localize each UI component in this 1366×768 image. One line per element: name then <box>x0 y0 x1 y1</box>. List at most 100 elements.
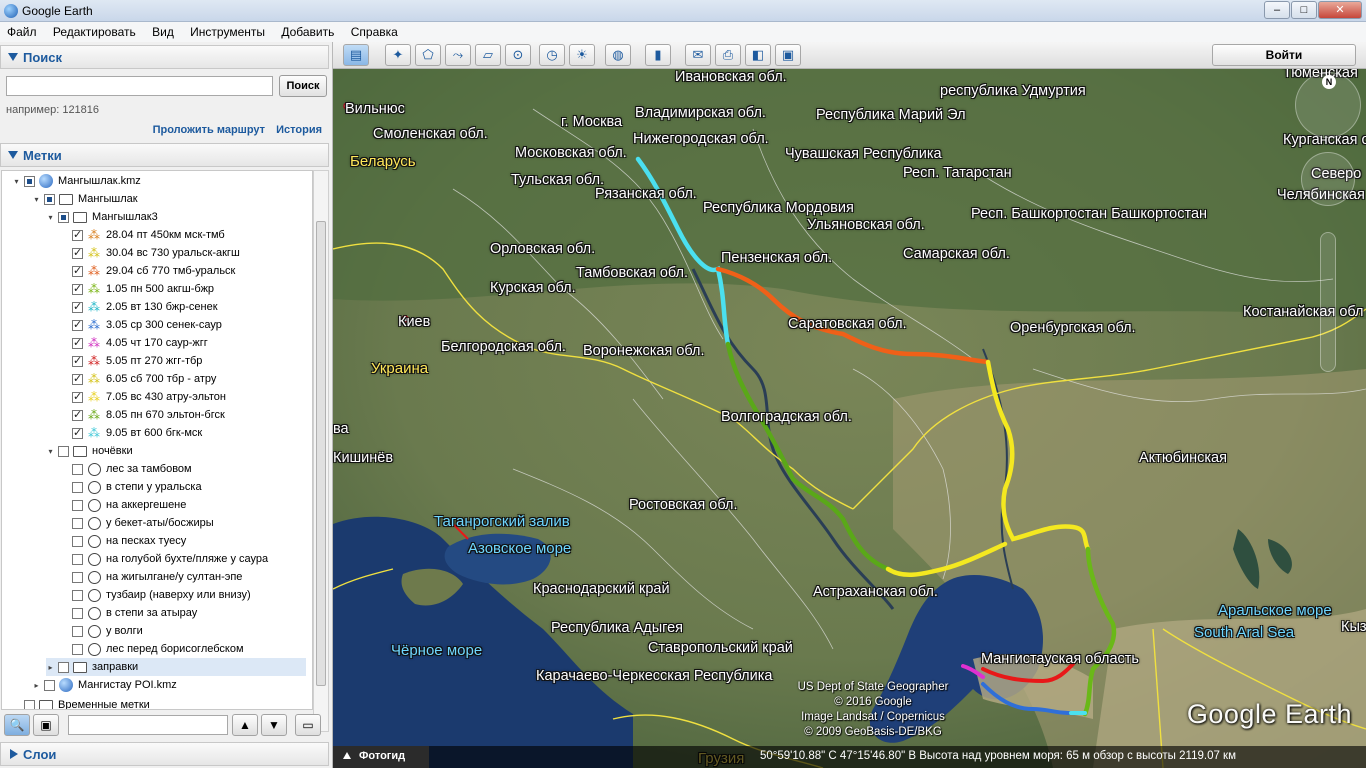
visibility-checkbox[interactable] <box>58 445 69 457</box>
path-item[interactable]: ⁂ 5.05 пт 270 жгг-тбр <box>60 352 202 370</box>
planets-button[interactable]: ◍ <box>605 44 631 66</box>
maximize-button[interactable]: □ <box>1291 1 1317 19</box>
expander-icon[interactable] <box>60 375 69 384</box>
places-filter-input[interactable] <box>68 715 228 735</box>
expander-icon[interactable] <box>60 339 69 348</box>
print-button[interactable]: ⎙ <box>715 44 741 66</box>
add-polygon-button[interactable]: ⬠ <box>415 44 441 66</box>
zoom-slider[interactable] <box>1320 232 1336 372</box>
expander-icon[interactable]: ▸ <box>32 681 41 690</box>
expander-icon[interactable]: ▾ <box>32 195 41 204</box>
visibility-checkbox[interactable] <box>72 499 83 511</box>
visibility-checkbox[interactable] <box>58 211 69 223</box>
expander-icon[interactable] <box>60 465 69 474</box>
expander-icon[interactable] <box>60 573 69 582</box>
expander-icon[interactable]: ▾ <box>12 177 21 186</box>
placemark-item[interactable]: на аккергешене <box>60 496 186 514</box>
sign-in-button[interactable]: Войти <box>1212 44 1356 66</box>
expander-icon[interactable] <box>60 357 69 366</box>
close-button[interactable]: ✕ <box>1318 1 1362 19</box>
expander-icon[interactable] <box>60 429 69 438</box>
view-in-maps-button[interactable]: ◧ <box>745 44 771 66</box>
ruler-button[interactable]: ▮ <box>645 44 671 66</box>
tree-folder-item[interactable]: ▾ Мангышлак.kmz <box>12 172 141 190</box>
expander-icon[interactable] <box>60 537 69 546</box>
placemark-item[interactable]: на песках туесу <box>60 532 186 550</box>
path-item[interactable]: ⁂ 8.05 пн 670 эльтон-бгск <box>60 406 225 424</box>
expander-icon[interactable] <box>60 627 69 636</box>
historical-imagery-button[interactable]: ◷ <box>539 44 565 66</box>
tour-guide-button[interactable]: Фотогид <box>333 746 429 768</box>
path-item[interactable]: ⁂ 4.05 чт 170 саур-жгг <box>60 334 208 352</box>
menu-add[interactable]: Добавить <box>281 22 334 39</box>
record-tour-button[interactable]: ⊙ <box>505 44 531 66</box>
save-image-button[interactable]: ▣ <box>775 44 801 66</box>
expander-icon[interactable] <box>60 393 69 402</box>
menu-file[interactable]: Файл <box>7 22 37 39</box>
visibility-checkbox[interactable] <box>72 426 83 439</box>
visibility-checkbox[interactable] <box>44 193 55 205</box>
expander-icon[interactable] <box>60 591 69 600</box>
move-up-button[interactable]: ▲ <box>232 714 258 736</box>
visibility-checkbox[interactable] <box>72 607 83 619</box>
tree-folder-item[interactable]: ▸ Мангистау POI.kmz <box>32 676 177 694</box>
expander-icon[interactable] <box>60 411 69 420</box>
expander-icon[interactable] <box>60 609 69 618</box>
visibility-checkbox[interactable] <box>72 643 83 655</box>
visibility-checkbox[interactable] <box>72 553 83 565</box>
path-item[interactable]: ⁂ 3.05 ср 300 сенек-саур <box>60 316 222 334</box>
expander-icon[interactable] <box>60 645 69 654</box>
search-button[interactable]: Поиск <box>279 75 327 97</box>
path-item[interactable]: ⁂ 29.04 сб 770 тмб-уральск <box>60 262 235 280</box>
visibility-checkbox[interactable] <box>72 318 83 331</box>
placemark-item[interactable]: в степи за атырау <box>60 604 197 622</box>
placemark-item[interactable]: лес за тамбовом <box>60 460 192 478</box>
path-item[interactable]: ⁂ 2.05 вт 130 бжр-сенек <box>60 298 218 316</box>
tree-folder-item[interactable]: ▸ заправки <box>46 658 306 676</box>
toggle-panel-button[interactable]: ▣ <box>33 714 59 736</box>
menu-tools[interactable]: Инструменты <box>190 22 265 39</box>
history-link[interactable]: История <box>276 124 322 136</box>
placemark-item[interactable]: лес перед борисоглебском <box>60 640 244 658</box>
path-item[interactable]: ⁂ 28.04 пт 450км мск-тмб <box>60 226 225 244</box>
visibility-checkbox[interactable] <box>24 175 35 187</box>
path-item[interactable]: ⁂ 1.05 пн 500 акгш-бжр <box>60 280 214 298</box>
expander-icon[interactable] <box>12 701 21 710</box>
email-button[interactable]: ✉ <box>685 44 711 66</box>
places-tree[interactable]: ▾ Мангышлак.kmz ▾ Мангышлак ▾ Мангышлак3 ⁂ 28.0… <box>1 170 313 710</box>
navigation-controls[interactable]: N <box>1291 72 1361 462</box>
placemark-item[interactable]: у бекет-аты/босжиры <box>60 514 214 532</box>
visibility-checkbox[interactable] <box>72 463 83 475</box>
visibility-checkbox[interactable] <box>72 517 83 529</box>
visibility-checkbox[interactable] <box>58 661 69 673</box>
visibility-checkbox[interactable] <box>72 408 83 421</box>
expander-icon[interactable] <box>60 231 69 240</box>
expander-icon[interactable] <box>60 483 69 492</box>
expander-icon[interactable] <box>60 249 69 258</box>
search-places-button[interactable]: 🔍 <box>4 714 30 736</box>
expander-icon[interactable] <box>60 501 69 510</box>
visibility-checkbox[interactable] <box>72 481 83 493</box>
visibility-checkbox[interactable] <box>72 589 83 601</box>
path-item[interactable]: ⁂ 7.05 вс 430 атру-эльтон <box>60 388 226 406</box>
visibility-checkbox[interactable] <box>72 625 83 637</box>
places-panel-header[interactable]: Метки <box>0 143 329 167</box>
menu-edit[interactable]: Редактировать <box>53 22 136 39</box>
visibility-checkbox[interactable] <box>72 228 83 241</box>
placemark-item[interactable]: у волги <box>60 622 143 640</box>
visibility-checkbox[interactable] <box>72 571 83 583</box>
expander-icon[interactable] <box>60 321 69 330</box>
visibility-checkbox[interactable] <box>72 300 83 313</box>
search-input[interactable] <box>6 76 273 96</box>
get-directions-link[interactable]: Проложить маршрут <box>153 124 265 136</box>
add-placemark-button[interactable]: ✦ <box>385 44 411 66</box>
sunlight-button[interactable]: ☀ <box>569 44 595 66</box>
visibility-checkbox[interactable] <box>72 354 83 367</box>
expander-icon[interactable] <box>60 285 69 294</box>
scrollbar-thumb[interactable] <box>316 221 326 686</box>
expander-icon[interactable] <box>60 267 69 276</box>
tree-folder-item[interactable]: Временные метки <box>12 696 150 710</box>
placemark-item[interactable]: в степи у уральска <box>60 478 202 496</box>
visibility-checkbox[interactable] <box>72 535 83 547</box>
minimize-button[interactable]: – <box>1264 1 1290 19</box>
